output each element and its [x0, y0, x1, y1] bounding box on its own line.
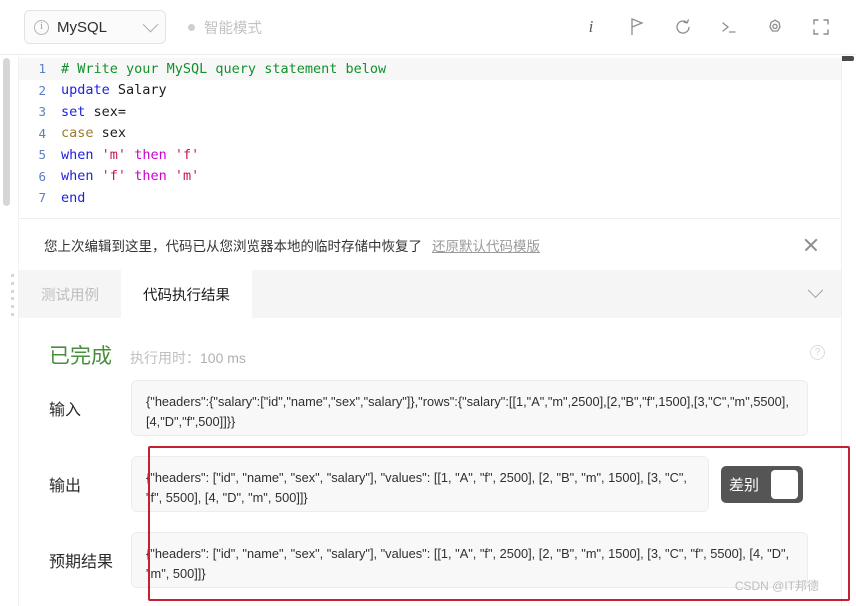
code-line[interactable]: 3 set sex=	[19, 101, 841, 123]
panel-drag-handle[interactable]	[8, 274, 16, 316]
line-number: 4	[38, 125, 46, 141]
watermark: CSDN @IT邦德	[734, 579, 819, 593]
tab-testcases[interactable]: 测试用例	[19, 270, 121, 318]
question-circle-icon[interactable]: ?	[810, 345, 825, 360]
runtime-info: 执行用时：100 ms	[130, 348, 246, 368]
app-root: i MySQL 智能模式 i 1 # Write your MySQL quer…	[0, 0, 856, 606]
language-label: MySQL	[57, 18, 108, 36]
diff-toggle-knob[interactable]	[771, 469, 798, 499]
io-value-input: {"headers":{"salary":["id","name","sex",…	[131, 380, 808, 436]
toolbar-actions: i	[580, 16, 832, 38]
info-circle-icon: i	[34, 19, 49, 35]
diff-toggle[interactable]: 差别	[721, 465, 803, 503]
code-line-text: case sex	[61, 125, 127, 142]
line-number: 5	[38, 147, 46, 163]
code-line-text: set sex=	[61, 103, 127, 120]
restore-default-template-link[interactable]: 还原默认代码模版	[432, 235, 540, 255]
code-line[interactable]: 4 case sex	[19, 123, 841, 145]
console-icon[interactable]	[718, 16, 740, 38]
line-number: 7	[38, 190, 46, 206]
result-panel: 已完成 执行用时：100 ms ? 输入 {"headers":{"salary…	[18, 318, 842, 606]
io-label-output: 输出	[49, 478, 82, 495]
runtime-value: 100 ms	[200, 350, 246, 366]
code-line-text: # Write your MySQL query statement below	[61, 60, 387, 77]
code-line-text: when 'f' then 'm'	[61, 168, 200, 185]
flag-icon[interactable]	[626, 16, 648, 38]
diff-toggle-label: 差别	[729, 476, 760, 494]
language-selector[interactable]: i MySQL	[24, 10, 166, 44]
io-row-expected: 预期结果 {"headers": ["id", "name", "sex", "…	[19, 532, 841, 588]
mode-indicator[interactable]: 智能模式	[188, 17, 262, 38]
line-number: 3	[38, 104, 46, 120]
fullscreen-icon[interactable]	[810, 16, 832, 38]
code-line-text: when 'm' then 'f'	[61, 146, 200, 163]
reset-icon[interactable]	[672, 16, 694, 38]
code-line-text: end	[61, 189, 86, 206]
code-line[interactable]: 6 when 'f' then 'm'	[19, 166, 841, 188]
code-editor[interactable]: 1 # Write your MySQL query statement belo…	[0, 55, 856, 218]
runtime-label: 执行用时：	[130, 350, 200, 366]
code-line[interactable]: 1 # Write your MySQL query statement belo…	[19, 58, 841, 80]
io-row-output: 输出 {"headers": ["id", "name", "sex", "sa…	[19, 456, 841, 512]
mode-status-dot	[188, 23, 195, 31]
io-value-output: {"headers": ["id", "name", "sex", "salar…	[131, 456, 709, 512]
restore-notice: 您上次编辑到这里，代码已从您浏览器本地的临时存储中恢复了 还原默认代码模版	[18, 218, 842, 270]
chevron-down-icon	[142, 16, 159, 32]
line-number: 6	[38, 168, 46, 184]
editor-toolbar: i MySQL 智能模式 i	[0, 0, 856, 55]
code-line-text: update Salary	[61, 82, 167, 99]
io-label-expected: 预期结果	[49, 554, 114, 571]
line-number: 1	[38, 61, 46, 77]
code-area[interactable]: 1 # Write your MySQL query statement belo…	[18, 55, 842, 218]
io-label-input: 输入	[49, 402, 82, 419]
tab-execution-result[interactable]: 代码执行结果	[121, 270, 252, 318]
io-value-expected: {"headers": ["id", "name", "sex", "salar…	[131, 532, 808, 588]
settings-icon[interactable]	[764, 16, 786, 38]
line-number: 2	[38, 82, 46, 98]
status-badge: 已完成	[49, 345, 112, 368]
restore-notice-text: 您上次编辑到这里，代码已从您浏览器本地的临时存储中恢复了	[44, 238, 422, 254]
info-icon[interactable]: i	[580, 16, 602, 38]
page-scrollbar-thumb[interactable]	[3, 58, 10, 206]
code-line[interactable]: 5 when 'm' then 'f'	[19, 144, 841, 166]
execution-status-row: 已完成 执行用时：100 ms	[49, 340, 246, 370]
io-row-input: 输入 {"headers":{"salary":["id","name","se…	[19, 380, 841, 436]
chevron-down-icon[interactable]	[807, 270, 824, 318]
close-icon[interactable]	[801, 235, 821, 255]
result-tabbar: 测试用例 代码执行结果	[10, 270, 842, 318]
mode-label: 智能模式	[204, 20, 262, 37]
code-line[interactable]: 2 update Salary	[19, 80, 841, 102]
code-line[interactable]: 7 end	[19, 187, 841, 209]
